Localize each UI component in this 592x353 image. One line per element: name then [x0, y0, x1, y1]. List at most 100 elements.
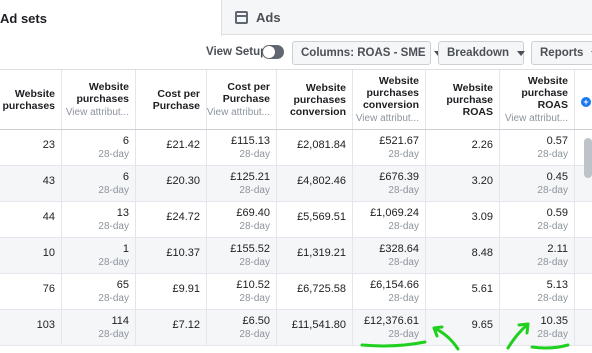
column-header[interactable]: Website purchases conversion View attribu…: [353, 70, 426, 129]
ads-icon: [235, 11, 248, 24]
cell-value: 10: [42, 247, 55, 259]
column-header[interactable]: Website purchases: [0, 70, 62, 129]
cell-value: £6,725.58: [297, 283, 346, 295]
cell-value: £7.12: [172, 319, 200, 331]
table-cell: £69.40 28-day: [207, 202, 277, 237]
table-row[interactable]: 23 6 28-day £21.42 £115.13 28-day £2,081.84 £52…: [0, 130, 592, 166]
column-header[interactable]: Cost per Purchase: [136, 70, 207, 129]
table-row[interactable]: 103 114 28-day £7.12 £6.50 28-day £11,541.80 £1…: [0, 310, 592, 346]
table-toolbar: View Setup Columns: ROAS - SME Breakdown…: [0, 36, 592, 70]
table-cell: £328.64 28-day: [353, 238, 426, 273]
attribution-link[interactable]: View attribut...: [356, 113, 419, 125]
chevron-down-icon: [517, 50, 525, 56]
cell-value: £9.91: [172, 283, 200, 295]
tab-ads[interactable]: Ads: [235, 0, 281, 35]
columns-label: Columns: ROAS - SME: [301, 47, 426, 59]
table-cell: 3.20: [426, 166, 500, 201]
table-cell: £9.91: [136, 274, 207, 309]
attribution-window: 28-day: [239, 293, 270, 304]
table-cell: £115.13 28-day: [207, 130, 277, 165]
column-header[interactable]: Website purchases View attribut...: [62, 70, 136, 129]
view-setup-label: View Setup: [206, 46, 268, 58]
tab-ad-sets[interactable]: Ad sets: [0, 0, 589, 83]
table-cell: 103: [0, 310, 62, 345]
tab-bar: Ad sets Ads: [0, 0, 592, 83]
table-cell: 2.11 28-day: [500, 238, 575, 273]
attribution-window: 28-day: [98, 185, 129, 196]
table-cell: 6 28-day: [62, 166, 136, 201]
attribution-link[interactable]: View attribut...: [207, 107, 270, 119]
attribution-window: 28-day: [537, 149, 568, 160]
cell-value: 103: [36, 319, 55, 331]
cell-value: 13: [116, 207, 129, 219]
table-cell: 23: [0, 130, 62, 165]
cell-value: 114: [111, 315, 129, 327]
attribution-window: 28-day: [239, 185, 270, 196]
table-cell: 76: [0, 274, 62, 309]
table-cell: 114 28-day: [62, 310, 136, 345]
attribution-window: 28-day: [537, 329, 568, 340]
table-cell: 10: [0, 238, 62, 273]
column-header[interactable]: Website purchase ROAS View attribut...: [500, 70, 575, 129]
table-row[interactable]: 43 6 28-day £20.30 £125.21 28-day £4,802.46 £67…: [0, 166, 592, 202]
table-row[interactable]: 10 1 28-day £10.37 £155.52 28-day £1,319.21 £32…: [0, 238, 592, 274]
column-header-title: Website purchases: [2, 87, 55, 112]
add-column-icon[interactable]: +: [581, 97, 591, 107]
attribution-window: 28-day: [98, 293, 129, 304]
table-cell: £155.52 28-day: [207, 238, 277, 273]
cell-value: 76: [42, 283, 55, 295]
cell-value: £24.72: [166, 211, 200, 223]
column-header[interactable]: Cost per Purchase View attribut...: [207, 70, 277, 129]
table-cell: £24.72: [136, 202, 207, 237]
cell-value: 65: [116, 279, 129, 291]
table-cell: 2.26: [426, 130, 500, 165]
table-cell: 44: [0, 202, 62, 237]
column-header[interactable]: Website purchases conversion: [277, 70, 353, 129]
cell-value: 6: [122, 171, 129, 183]
cell-value: 0.45: [546, 171, 568, 183]
cell-value: 5.13: [546, 279, 568, 291]
table-cell: £1,319.21: [277, 238, 353, 273]
table-cell: £5,569.51: [277, 202, 353, 237]
attribution-window: 28-day: [98, 221, 129, 232]
cell-value: £1,069.24: [370, 207, 419, 219]
table-cell: 6 28-day: [62, 130, 136, 165]
table-cell: 0.45 28-day: [500, 166, 575, 201]
attribution-link[interactable]: View attribut...: [66, 107, 129, 119]
table-cell: £4,802.46: [277, 166, 353, 201]
column-header-title: Website purchases: [76, 80, 129, 105]
cell-value: £1,319.21: [297, 247, 346, 259]
view-setup-toggle[interactable]: [262, 45, 284, 59]
table-cell: [575, 202, 592, 237]
attribution-window: 28-day: [537, 293, 568, 304]
columns-dropdown[interactable]: Columns: ROAS - SME: [292, 41, 442, 65]
column-header-title: Website purchases conversion: [289, 81, 346, 118]
table-cell: £10.52 28-day: [207, 274, 277, 309]
table-cell: £7.12: [136, 310, 207, 345]
cell-value: £115.13: [231, 135, 270, 147]
attribution-link[interactable]: View attribut...: [505, 113, 568, 125]
attribution-window: 28-day: [239, 257, 270, 268]
table-row[interactable]: 44 13 28-day £24.72 £69.40 28-day £5,569.51 £1,…: [0, 202, 592, 238]
table-cell: £676.39 28-day: [353, 166, 426, 201]
attribution-window: 28-day: [537, 185, 568, 196]
attribution-window: 28-day: [98, 329, 129, 340]
tab-ads-label: Ads: [256, 10, 281, 25]
table-cell: [575, 310, 592, 345]
cell-value: £21.42: [166, 139, 200, 151]
attribution-window: 28-day: [388, 185, 419, 196]
table-row[interactable]: 76 65 28-day £9.91 £10.52 28-day £6,725.58 £6,1…: [0, 274, 592, 310]
tab-ad-sets-label: Ad sets: [0, 10, 47, 26]
table-cell: 43: [0, 166, 62, 201]
reports-dropdown[interactable]: Reports: [531, 41, 592, 65]
vertical-scrollbar[interactable]: [584, 138, 592, 178]
cell-value: £69.40: [236, 207, 270, 219]
table-cell: 0.59 28-day: [500, 202, 575, 237]
cell-value: £328.64: [379, 243, 419, 255]
breakdown-dropdown[interactable]: Breakdown: [438, 41, 525, 65]
reports-label: Reports: [540, 47, 584, 59]
column-header[interactable]: Website purchase ROAS: [426, 70, 500, 129]
table-cell: 5.61: [426, 274, 500, 309]
cell-value: 2.11: [547, 243, 568, 255]
attribution-window: 28-day: [388, 221, 419, 232]
